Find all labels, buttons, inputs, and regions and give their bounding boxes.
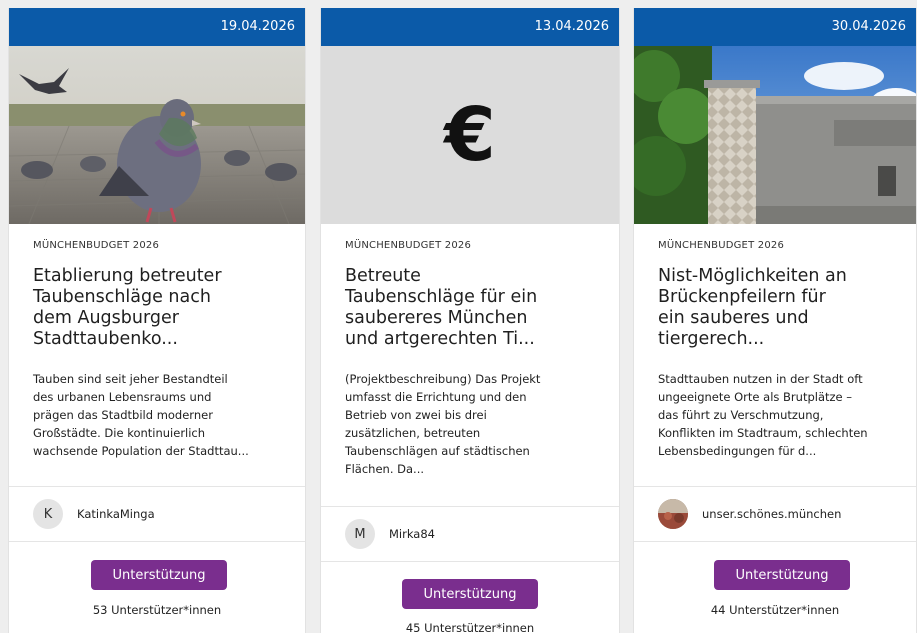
pigeon-photo[interactable] [9, 46, 305, 224]
author-row[interactable]: M Mirka84 [321, 506, 619, 562]
supporter-count: 45 Unterstützer*innen [405, 621, 535, 633]
proposal-description: Tauben sind seit jeher Bestandteil des u… [33, 372, 249, 458]
author-name[interactable]: KatinkaMinga [77, 507, 155, 521]
support-button[interactable]: Unterstützung [91, 560, 227, 590]
proposal-card[interactable]: 30.04.2026 MÜNCHENBUDGET 2026 Nist-Mögli… [633, 8, 917, 633]
supporter-count: 44 Unterstützer*innen [710, 603, 840, 617]
support-button[interactable]: Unterstützung [402, 579, 538, 609]
proposal-title[interactable]: Betreute Taubenschläge für ein sauberere… [321, 260, 619, 370]
avatar-initial: K [43, 506, 53, 522]
pigeon-photo-graphic [9, 46, 305, 224]
bridge-building-graphic [634, 46, 916, 224]
category-label: MÜNCHENBUDGET 2026 [33, 240, 160, 251]
proposal-description: (Projektbeschreibung) Das Projekt umfass… [345, 372, 541, 476]
support-button[interactable]: Unterstützung [714, 560, 850, 590]
supporter-count: 53 Unterstützer*innen [92, 603, 222, 617]
author-name[interactable]: Mirka84 [389, 527, 435, 541]
bridge-building-photo[interactable] [634, 46, 916, 224]
author-name[interactable]: unser.schönes.münchen [702, 507, 841, 521]
proposal-date: 19.04.2026 [220, 19, 295, 34]
author-row[interactable]: unser.schönes.münchen [634, 486, 916, 542]
proposal-card[interactable]: 13.04.2026 € MÜNCHENBUDGET 2026 Betreute… [320, 8, 620, 633]
proposal-title[interactable]: Nist-Möglichkeiten an Brückenpfeilern fü… [634, 260, 916, 370]
category-label: MÜNCHENBUDGET 2026 [658, 240, 785, 251]
avatar: K [33, 499, 63, 529]
date-bar: 13.04.2026 [321, 8, 619, 46]
avatar-photo [658, 499, 688, 529]
date-bar: 19.04.2026 [9, 8, 305, 46]
proposal-title[interactable]: Etablierung betreuter Taubenschläge nach… [9, 260, 305, 370]
category-label: MÜNCHENBUDGET 2026 [345, 240, 472, 251]
avatar: M [345, 519, 375, 549]
euro-icon: € [444, 92, 496, 178]
avatar-initial: M [354, 526, 366, 542]
date-bar: 30.04.2026 [634, 8, 916, 46]
proposal-date: 13.04.2026 [534, 19, 609, 34]
proposal-description: Stadttauben nutzen in der Stadt oft unge… [658, 372, 868, 458]
euro-placeholder-image[interactable]: € [321, 46, 619, 224]
avatar-image [658, 499, 688, 529]
proposal-card[interactable]: 19.04.2026 MÜNCHENBUDGET 2026 Etablierun… [8, 8, 306, 633]
author-row[interactable]: K KatinkaMinga [9, 486, 305, 542]
proposal-date: 30.04.2026 [831, 19, 906, 34]
